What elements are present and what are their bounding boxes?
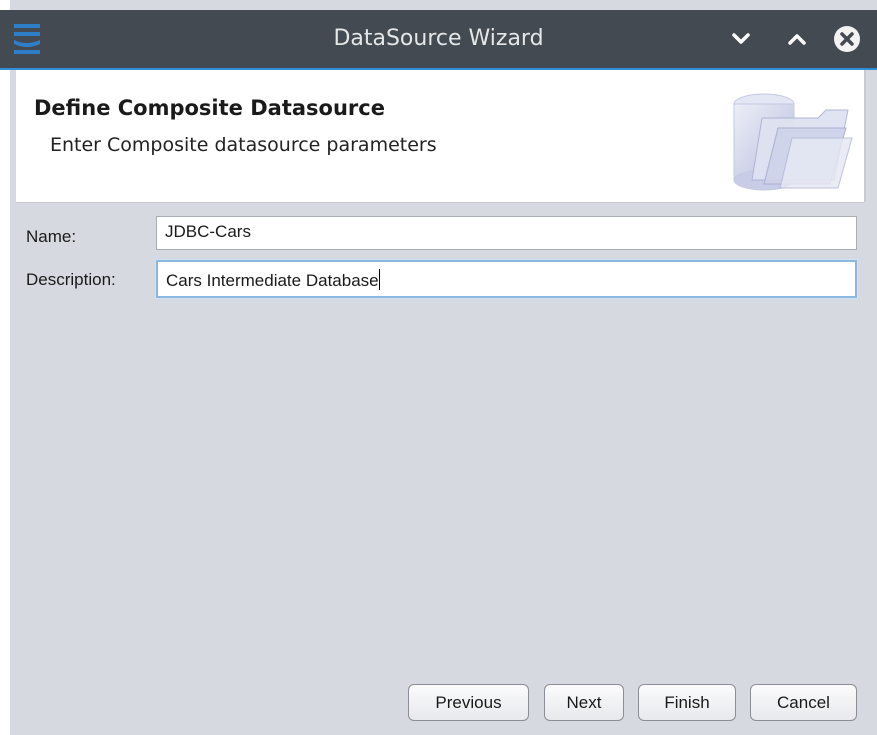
previous-button[interactable]: Previous [408, 684, 529, 721]
page-subtitle: Enter Composite datasource parameters [50, 134, 437, 156]
description-label: Description: [26, 270, 116, 289]
title-bar[interactable]: DataSource Wizard [0, 10, 877, 68]
wizard-header: Define Composite Datasource Enter Compos… [16, 70, 866, 202]
chevron-down-icon[interactable] [726, 24, 756, 54]
close-icon[interactable] [832, 24, 862, 54]
finish-button[interactable]: Finish [638, 684, 736, 721]
cancel-button[interactable]: Cancel [750, 684, 857, 721]
header-separator [16, 202, 864, 203]
name-value: JDBC-Cars [165, 222, 251, 241]
next-button[interactable]: Next [544, 684, 624, 721]
chevron-up-icon[interactable] [782, 24, 812, 54]
database-folder-icon [733, 93, 853, 191]
name-field[interactable]: JDBC-Cars [156, 216, 857, 250]
wizard-window: DataSource Wizard Define Composite Datas… [0, 0, 877, 735]
page-title: Define Composite Datasource [34, 96, 385, 120]
text-caret [378, 269, 380, 290]
name-label: Name: [26, 227, 77, 246]
description-value: Cars Intermediate Database [166, 271, 379, 290]
description-field[interactable]: Cars Intermediate Database [156, 260, 857, 298]
